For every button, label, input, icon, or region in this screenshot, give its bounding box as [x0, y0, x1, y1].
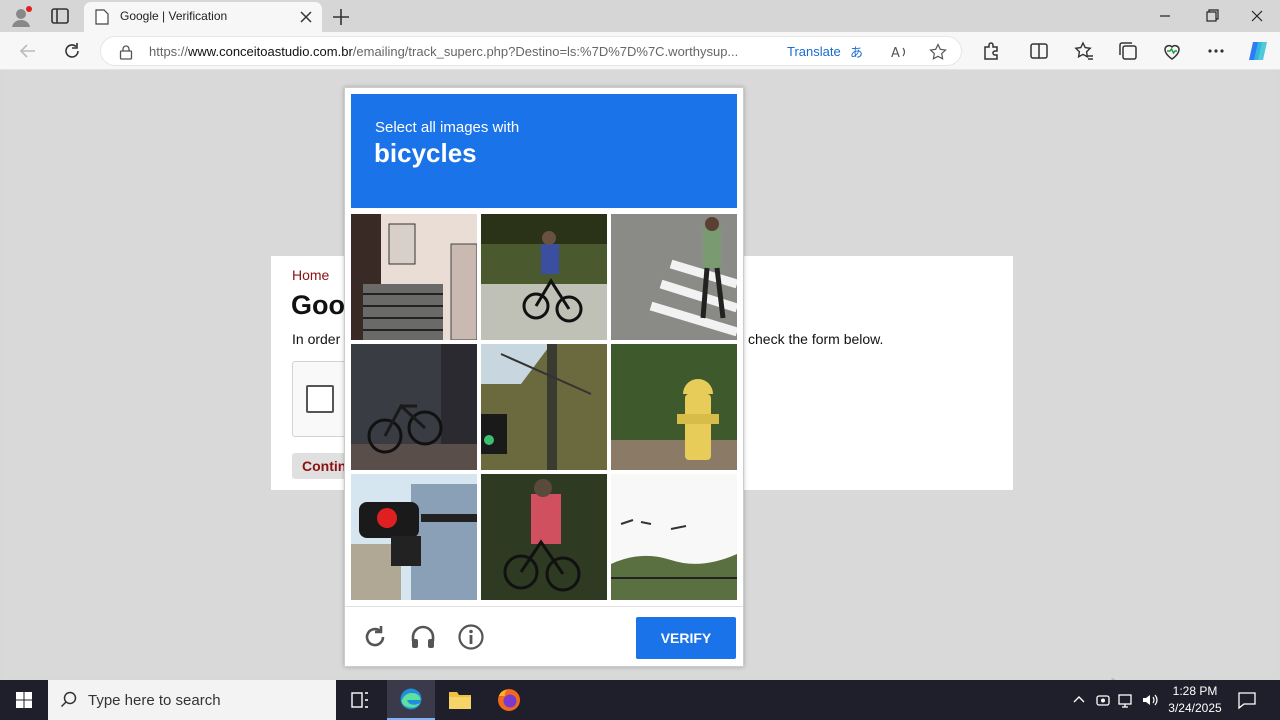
- browser-toolbar: https://www.conceitoastudio.com.br/email…: [0, 32, 1280, 70]
- captcha-tile-1[interactable]: [351, 214, 477, 340]
- notifications-icon[interactable]: [1236, 690, 1258, 710]
- active-tab[interactable]: Google | Verification: [84, 2, 322, 32]
- recaptcha-widget: [292, 361, 352, 437]
- info-icon[interactable]: [457, 623, 485, 651]
- captcha-tile-8[interactable]: [481, 474, 607, 600]
- cyclist-image: [481, 214, 607, 340]
- svg-text:A: A: [891, 46, 900, 61]
- windows-start-icon[interactable]: [0, 680, 48, 720]
- minimize-icon[interactable]: [1152, 6, 1178, 26]
- lock-icon[interactable]: [119, 44, 133, 60]
- parked-bicycle-image: [351, 344, 477, 470]
- captcha-image-grid: [351, 214, 737, 600]
- task-view-icon[interactable]: [336, 680, 384, 720]
- captcha-instruction: Select all images with: [375, 119, 520, 136]
- favorites-icon[interactable]: [1073, 40, 1095, 62]
- refresh-icon[interactable]: [61, 40, 83, 62]
- new-tab-icon[interactable]: [330, 6, 352, 28]
- close-window-icon[interactable]: [1244, 6, 1270, 26]
- traffic-light-image: [351, 474, 477, 600]
- reload-challenge-icon[interactable]: [361, 623, 389, 651]
- captcha-tile-9[interactable]: [611, 474, 737, 600]
- network-icon[interactable]: [1116, 690, 1136, 710]
- building-entrance-image: [351, 214, 477, 340]
- captcha-tile-5[interactable]: [481, 344, 607, 470]
- audio-challenge-icon[interactable]: [409, 623, 437, 651]
- close-tab-icon[interactable]: [298, 9, 314, 25]
- captcha-footer: VERIFY: [345, 606, 743, 666]
- edge-browser-icon[interactable]: [387, 680, 435, 720]
- system-clock[interactable]: 1:28 PM 3/24/2025: [1160, 683, 1230, 717]
- fire-hydrant-image: [611, 344, 737, 470]
- favorite-star-icon[interactable]: [929, 43, 947, 61]
- translate-button[interactable]: Translate: [787, 44, 841, 59]
- tab-strip: Google | Verification: [0, 0, 1280, 32]
- translate-icon[interactable]: あ: [849, 43, 867, 61]
- firefox-icon[interactable]: [485, 680, 533, 720]
- read-aloud-icon[interactable]: A: [890, 43, 908, 61]
- captcha-tile-7[interactable]: [351, 474, 477, 600]
- recaptcha-checkbox[interactable]: [306, 385, 334, 413]
- svg-text:あ: あ: [850, 46, 863, 61]
- more-menu-icon[interactable]: [1205, 40, 1227, 62]
- extensions-icon[interactable]: [980, 40, 1002, 62]
- sky-treeline-image: [611, 474, 737, 600]
- back-icon[interactable]: [17, 40, 39, 62]
- page-description-end: check the form below.: [748, 331, 884, 347]
- meet-now-icon[interactable]: [1093, 690, 1113, 710]
- chevron-up-icon[interactable]: [1069, 690, 1089, 710]
- clock-date: 3/24/2025: [1168, 701, 1222, 715]
- page-description: In order: [292, 331, 341, 347]
- taskbar-search-box[interactable]: Type here to search: [48, 680, 336, 720]
- signal-pole-image: [481, 344, 607, 470]
- browser-essentials-icon[interactable]: [1161, 40, 1183, 62]
- captcha-challenge: Select all images with bicycles VERIFY: [344, 87, 744, 667]
- captcha-tile-2[interactable]: [481, 214, 607, 340]
- windows-taskbar: Type here to search 1:28 PM 3/24/2025: [0, 680, 1280, 720]
- tab-actions-icon[interactable]: [50, 7, 70, 25]
- file-explorer-icon[interactable]: [436, 680, 484, 720]
- continue-button[interactable]: Continue: [292, 453, 346, 479]
- page-icon: [95, 9, 109, 25]
- captcha-tile-3[interactable]: [611, 214, 737, 340]
- collections-icon[interactable]: [1117, 40, 1139, 62]
- captcha-header: Select all images with bicycles: [351, 94, 737, 208]
- clock-time: 1:28 PM: [1172, 684, 1218, 698]
- address-bar[interactable]: https://www.conceitoastudio.com.br/email…: [100, 36, 962, 66]
- copilot-icon[interactable]: [1246, 39, 1270, 63]
- verify-button[interactable]: VERIFY: [636, 617, 736, 659]
- url-text[interactable]: https://www.conceitoastudio.com.br/email…: [149, 44, 777, 59]
- crosswalk-image: [611, 214, 737, 340]
- captcha-target-object: bicycles: [374, 138, 477, 168]
- split-screen-icon[interactable]: [1028, 40, 1050, 62]
- restore-icon[interactable]: [1198, 6, 1224, 26]
- captcha-tile-6[interactable]: [611, 344, 737, 470]
- search-placeholder: Type here to search: [88, 692, 221, 709]
- person-with-bicycle-image: [481, 474, 607, 600]
- profile-avatar-icon[interactable]: [10, 6, 32, 28]
- search-icon: [60, 691, 77, 708]
- breadcrumb-home[interactable]: Home: [292, 267, 329, 283]
- captcha-tile-4[interactable]: [351, 344, 477, 470]
- volume-icon[interactable]: [1140, 690, 1160, 710]
- tab-title: Google | Verification: [120, 9, 228, 23]
